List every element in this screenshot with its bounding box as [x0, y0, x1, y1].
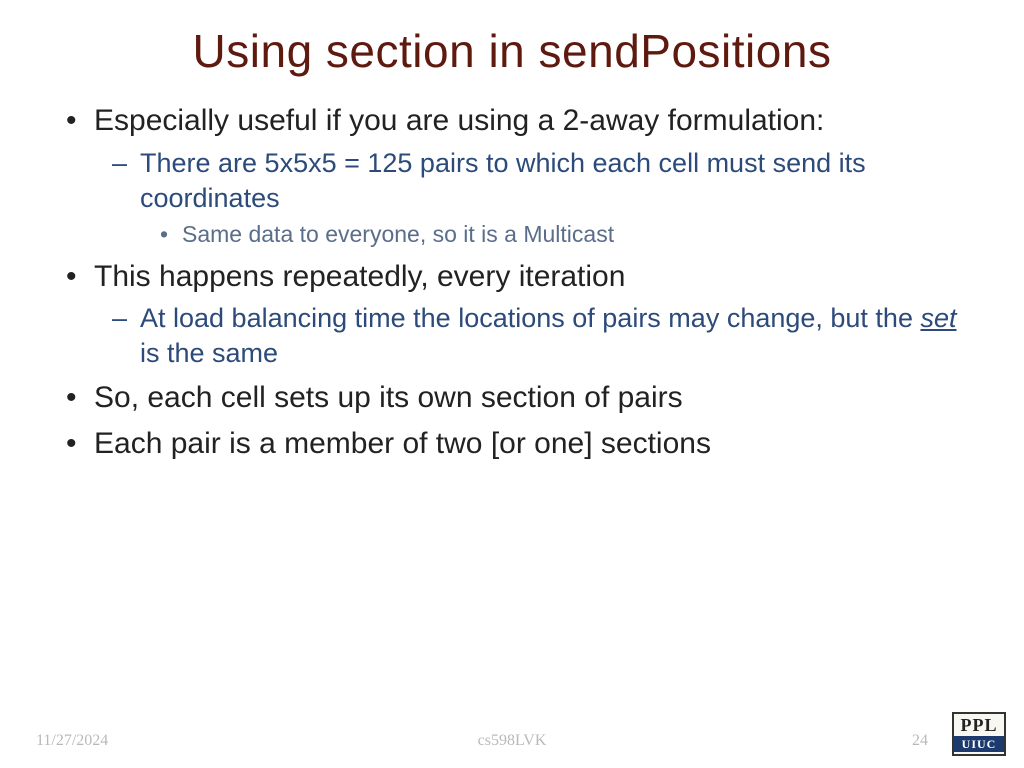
- bullet-4-text: Each pair is a member of two [or one] se…: [94, 427, 711, 460]
- logo-bot: UIUC: [954, 736, 1004, 752]
- slide: Using section in sendPositions Especiall…: [0, 0, 1024, 768]
- bullet-3: So, each cell sets up its own section of…: [88, 379, 976, 417]
- bullet-list-l2: There are 5x5x5 = 125 pairs to which eac…: [94, 146, 976, 250]
- bullet-2: This happens repeatedly, every iteration…: [88, 258, 976, 372]
- bullet-1-text: Especially useful if you are using a 2-a…: [94, 104, 824, 137]
- footer-page: 24: [912, 732, 928, 750]
- bullet-1-1-1: Same data to everyone, so it is a Multic…: [180, 220, 976, 250]
- footer-course: cs598LVK: [0, 732, 1024, 750]
- bullet-1-1-1-text: Same data to everyone, so it is a Multic…: [182, 221, 614, 247]
- bullet-list-l3: Same data to everyone, so it is a Multic…: [140, 220, 976, 250]
- bullet-2-1-set: set: [920, 303, 956, 333]
- bullet-4: Each pair is a member of two [or one] se…: [88, 425, 976, 463]
- bullet-1: Especially useful if you are using a 2-a…: [88, 102, 976, 250]
- bullet-1-1-text: There are 5x5x5 = 125 pairs to which eac…: [140, 148, 866, 213]
- ppl-uiuc-logo: PPL UIUC: [952, 712, 1006, 756]
- bullet-list: Especially useful if you are using a 2-a…: [48, 102, 976, 462]
- bullet-3-text: So, each cell sets up its own section of…: [94, 381, 683, 414]
- bullet-list-l2-b: At load balancing time the locations of …: [94, 301, 976, 371]
- bullet-2-1-post: is the same: [140, 338, 278, 368]
- bullet-2-text: This happens repeatedly, every iteration: [94, 260, 625, 293]
- bullet-1-1: There are 5x5x5 = 125 pairs to which eac…: [136, 146, 976, 250]
- slide-title: Using section in sendPositions: [48, 24, 976, 78]
- bullet-2-1: At load balancing time the locations of …: [136, 301, 976, 371]
- logo-top: PPL: [954, 714, 1004, 736]
- bullet-2-1-pre: At load balancing time the locations of …: [140, 303, 920, 333]
